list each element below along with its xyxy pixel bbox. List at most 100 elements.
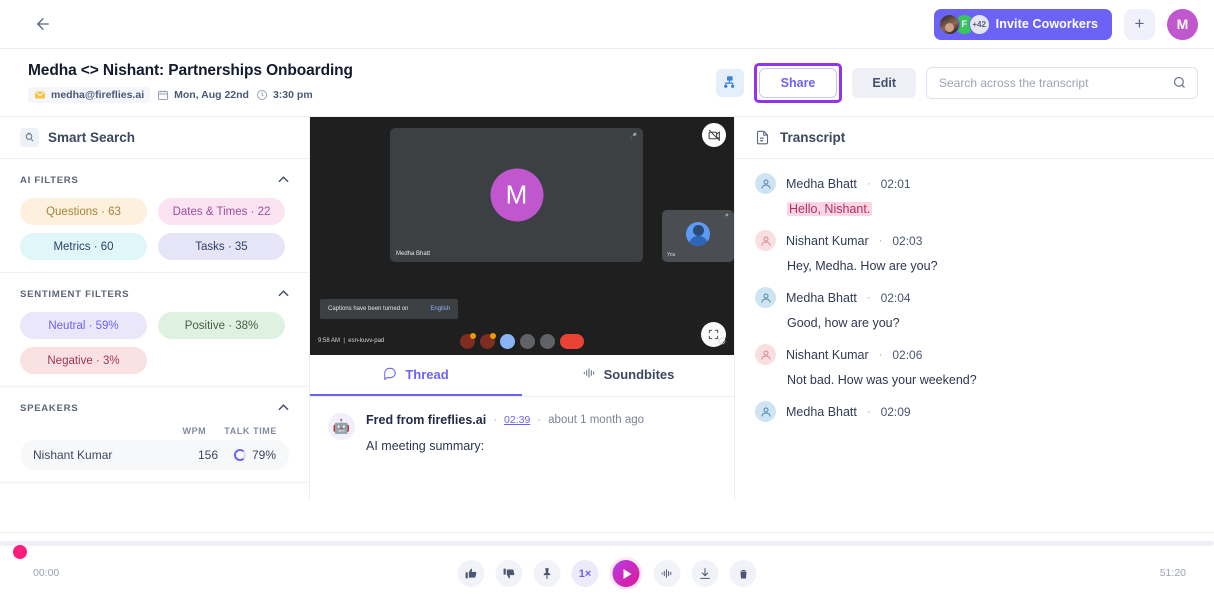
meet-camera-button[interactable] (480, 334, 495, 349)
meet-present-button[interactable] (520, 334, 535, 349)
transcript-text-row: Hey, Medha. How are you? (787, 259, 1194, 273)
ai-filter-chip[interactable]: Metrics · 60 (20, 233, 147, 260)
invite-coworkers-button[interactable]: F +42 Invite Coworkers (934, 9, 1112, 40)
avatar-stack: F +42 (939, 14, 984, 35)
transcript-speaker: Medha Bhatt (786, 291, 857, 305)
captions-language[interactable]: English (430, 306, 450, 312)
video-control-bar: 9:58 AM | esn-kuvv-pad (310, 327, 734, 355)
trash-icon (737, 568, 749, 580)
share-button[interactable]: Share (759, 68, 838, 98)
ai-filter-chips: Questions · 63 Dates & Times · 22 Metrics … (20, 198, 289, 260)
meet-captions-button[interactable] (500, 334, 515, 349)
soundbite-button[interactable] (654, 560, 681, 587)
video-player[interactable]: M Medha Bhatt 🎤 You 🎤 Captions have been… (310, 117, 734, 355)
thumbs-up-button[interactable] (458, 560, 485, 587)
transcript-timestamp[interactable]: 02:01 (881, 177, 911, 191)
captions-text: Captions have been turned on (328, 306, 408, 312)
transcript-timestamp[interactable]: 02:03 (892, 234, 922, 248)
sentiment-filter-chip[interactable]: Positive · 38% (158, 312, 285, 339)
video-pip-tile: You 🎤 (662, 210, 734, 262)
sentiment-filter-chips: Neutral · 59% Positive · 38% Negative · 3% (20, 312, 289, 374)
search-input[interactable] (939, 76, 1165, 90)
tab-soundbites[interactable]: Soundbites (522, 355, 734, 396)
download-button[interactable] (692, 560, 719, 587)
transcript-timestamp[interactable]: 02:06 (892, 348, 922, 362)
meet-more-button[interactable] (540, 334, 555, 349)
tab-label: Thread (405, 367, 448, 382)
thumbs-up-icon (465, 567, 478, 580)
transcript-entry-header: Nishant Kumar·02:06 (755, 344, 1194, 365)
transcript-header: Transcript (735, 117, 1214, 159)
sentiment-filter-chip[interactable]: Neutral · 59% (20, 312, 147, 339)
thread-post: 🤖 Fred from fireflies.ai · 02:39 · about… (328, 413, 716, 453)
avatar-photo (939, 14, 960, 35)
pin-icon (541, 567, 554, 580)
top-bar-actions: F +42 Invite Coworkers + M (934, 9, 1198, 40)
smart-search-label: Smart Search (48, 130, 135, 145)
thread-age: about 1 month ago (548, 414, 644, 426)
speaker-row[interactable]: Nishant Kumar15679% (20, 440, 289, 470)
meet-mic-button[interactable] (460, 334, 475, 349)
play-button[interactable] (610, 557, 643, 590)
mic-icon: 🎤 (723, 214, 729, 220)
ai-filters-title: AI FILTERS (20, 175, 79, 186)
meeting-header-left: Medha <> Nishant: Partnerships Onboardin… (28, 62, 353, 103)
meet-hangup-button[interactable] (560, 334, 584, 349)
meeting-date: Mon, Aug 22nd (157, 87, 249, 103)
transcript-timestamp[interactable]: 02:04 (881, 291, 911, 305)
pin-button[interactable] (534, 560, 561, 587)
transcript-entry[interactable]: Nishant Kumar·02:03Hey, Medha. How are y… (755, 230, 1194, 273)
video-clock: 9:58 AM | esn-kuvv-pad (318, 338, 384, 344)
sentiment-filter-chip[interactable]: Negative · 3% (20, 347, 147, 374)
camera-off-button[interactable] (702, 123, 726, 147)
delete-button[interactable] (730, 560, 757, 587)
share-with-team-icon-button[interactable] (716, 69, 744, 97)
transcript-speaker: Medha Bhatt (786, 177, 857, 191)
separator-dot: · (493, 414, 497, 426)
transcript-text: Good, how are you? (787, 316, 900, 330)
transcript-entry[interactable]: Medha Bhatt·02:09 (755, 401, 1194, 422)
meet-controls (460, 334, 584, 349)
transcript-search[interactable] (926, 67, 1198, 99)
speaker-avatar-icon (755, 287, 776, 308)
add-button[interactable]: + (1124, 9, 1155, 40)
comment-icon (383, 366, 397, 383)
top-bar: F +42 Invite Coworkers + M (0, 0, 1214, 49)
speaker-wpm: 156 (184, 448, 218, 462)
transcript-entry[interactable]: Nishant Kumar·02:06Not bad. How was your… (755, 344, 1194, 387)
smart-search-button[interactable]: Smart Search (0, 117, 309, 159)
ai-filter-chip[interactable]: Questions · 63 (20, 198, 147, 225)
info-icon[interactable] (718, 337, 726, 345)
separator-dot: · (879, 349, 883, 361)
transcript-panel: Transcript Medha Bhatt·02:01Hello, Nisha… (735, 117, 1214, 500)
tab-thread[interactable]: Thread (310, 355, 522, 396)
speaker-avatar-icon (755, 173, 776, 194)
transcript-entry[interactable]: Medha Bhatt·02:04Good, how are you? (755, 287, 1194, 330)
pip-avatar (686, 222, 710, 246)
user-avatar[interactable]: M (1167, 9, 1198, 40)
thread-body-text: AI meeting summary: (366, 439, 716, 453)
speakers-section: SPEAKERS WPM TALK TIME Nishant Kumar1567… (0, 387, 309, 483)
progress-track[interactable] (0, 541, 1214, 546)
play-icon (613, 560, 640, 587)
thumbs-down-button[interactable] (496, 560, 523, 587)
bot-avatar-icon: 🤖 (328, 413, 355, 440)
progress-handle[interactable] (13, 545, 27, 559)
separator-dot: · (879, 235, 883, 247)
chevron-up-icon[interactable] (278, 289, 289, 300)
back-button[interactable] (30, 11, 56, 37)
transcript-list: Medha Bhatt·02:01Hello, Nishant.Nishant … (735, 159, 1214, 436)
transcript-timestamp[interactable]: 02:09 (881, 405, 911, 419)
playback-speed-button[interactable]: 1× (572, 560, 599, 587)
sentiment-filters-section: SENTIMENT FILTERS Neutral · 59%Positive … (0, 273, 309, 387)
edit-button[interactable]: Edit (852, 68, 916, 98)
clock-icon (256, 89, 268, 101)
thread-timestamp[interactable]: 02:39 (504, 414, 530, 426)
tab-label: Soundbites (604, 367, 675, 382)
chevron-up-icon[interactable] (278, 175, 289, 186)
ai-filter-chip[interactable]: Tasks · 35 (158, 233, 285, 260)
transcript-entry[interactable]: Medha Bhatt·02:01Hello, Nishant. (755, 173, 1194, 216)
speakers-header: SPEAKERS (20, 403, 289, 414)
ai-filter-chip[interactable]: Dates & Times · 22 (158, 198, 285, 225)
chevron-up-icon[interactable] (278, 403, 289, 414)
